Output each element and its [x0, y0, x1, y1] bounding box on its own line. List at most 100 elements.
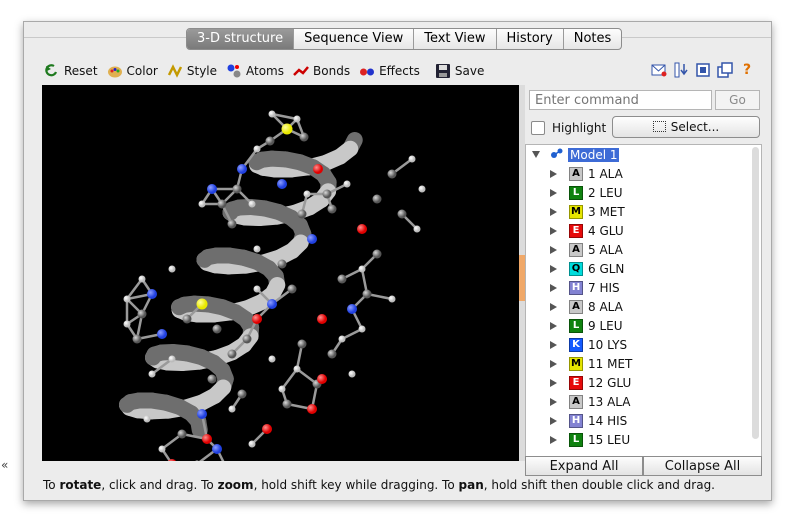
status-rotate: rotate: [59, 478, 102, 492]
tree-residue-row[interactable]: E 4 GLU: [526, 221, 761, 240]
sulfur-atom: [196, 298, 208, 310]
toolbar: Reset Color Style Atoms Bonds Effects Sa…: [44, 60, 493, 82]
residue-badge: E: [569, 375, 583, 390]
color-button[interactable]: Color: [107, 63, 158, 79]
palette-icon: [107, 63, 123, 79]
collapse-all-button[interactable]: Collapse All: [643, 456, 762, 476]
residue-badge: L: [569, 185, 583, 200]
collapsed-triangle-icon[interactable]: [550, 283, 557, 292]
tab-history[interactable]: History: [497, 29, 564, 49]
hydrogen-atom: [123, 295, 131, 303]
tree-residue-row[interactable]: M 3 MET: [526, 202, 761, 221]
tree-residue-row[interactable]: L 15 LEU: [526, 430, 761, 449]
collapsed-triangle-icon[interactable]: [550, 397, 557, 406]
residue-badge: H: [569, 413, 583, 428]
status-zoom: zoom: [217, 478, 254, 492]
hydrogen-atom: [148, 370, 156, 378]
tree-scrollbar[interactable]: [752, 147, 759, 439]
collapse-panel-icon[interactable]: «: [1, 458, 8, 472]
residue-label: 2 LEU: [588, 185, 623, 200]
command-input[interactable]: [529, 90, 712, 110]
collapsed-triangle-icon[interactable]: [550, 302, 557, 311]
tree-residue-row[interactable]: L 9 LEU: [526, 316, 761, 335]
tree-residue-row[interactable]: A 13 ALA: [526, 392, 761, 411]
carbon-atom: [212, 324, 222, 334]
atoms-button[interactable]: Atoms: [226, 63, 284, 79]
tab-notes[interactable]: Notes: [564, 29, 622, 49]
tree-residue-row[interactable]: H 14 HIS: [526, 411, 761, 430]
oxygen-atom: [252, 314, 262, 324]
collapsed-triangle-icon[interactable]: [550, 340, 557, 349]
carbon-atom: [282, 399, 292, 409]
expanded-triangle-icon[interactable]: [532, 151, 540, 158]
expand-all-button[interactable]: Expand All: [525, 456, 643, 476]
tree-residue-row[interactable]: L 2 LEU: [526, 183, 761, 202]
bonds-button[interactable]: Bonds: [293, 63, 350, 79]
oxygen-atom: [313, 164, 323, 174]
hydrogen-atom: [158, 445, 166, 453]
model-tree: Model 1 A 1 ALA L 2 LEU M 3 MET E 4 GLU A 5 ALA Q 6…: [525, 144, 762, 457]
collapsed-triangle-icon[interactable]: [550, 359, 557, 368]
nitrogen-atom: [197, 409, 207, 419]
tree-residue-row[interactable]: A 8 ALA: [526, 297, 761, 316]
hydrogen-atom: [413, 225, 421, 233]
hydrogen-atom: [248, 200, 256, 208]
tree-residue-row[interactable]: Q 6 GLN: [526, 259, 761, 278]
help-icon[interactable]: ?: [739, 62, 755, 78]
tab-3-d-structure[interactable]: 3-D structure: [187, 29, 295, 49]
collapsed-triangle-icon[interactable]: [550, 245, 557, 254]
save-button[interactable]: Save: [435, 63, 484, 79]
tab-sequence-view[interactable]: Sequence View: [294, 29, 415, 49]
style-button[interactable]: Style: [167, 63, 217, 79]
tree-residue-row[interactable]: M 11 MET: [526, 354, 761, 373]
collapsed-triangle-icon[interactable]: [550, 321, 557, 330]
carbon-atom: [217, 199, 227, 209]
select-button[interactable]: Select...: [612, 116, 760, 138]
nitrogen-atom: [147, 289, 157, 299]
collapsed-triangle-icon[interactable]: [550, 264, 557, 273]
download-icon[interactable]: [673, 62, 689, 78]
mail-icon[interactable]: [651, 62, 667, 78]
collapsed-triangle-icon[interactable]: [550, 226, 557, 235]
hydrogen-atom: [338, 335, 346, 343]
tab-text-view[interactable]: Text View: [414, 29, 497, 49]
tree-residue-row[interactable]: K 10 LYS: [526, 335, 761, 354]
oxygen-atom: [317, 374, 327, 384]
residue-badge: M: [569, 204, 583, 219]
tree-residue-row[interactable]: H 7 HIS: [526, 278, 761, 297]
residue-label: 10 LYS: [588, 337, 628, 352]
collapsed-triangle-icon[interactable]: [550, 416, 557, 425]
collapsed-triangle-icon[interactable]: [550, 435, 557, 444]
carbon-atom: [137, 309, 147, 319]
carbon-atom: [265, 136, 275, 146]
nitrogen-atom: [277, 179, 287, 189]
effects-button[interactable]: Effects: [359, 63, 420, 79]
residue-badge: A: [569, 394, 583, 409]
collapsed-triangle-icon[interactable]: [550, 188, 557, 197]
window-icon[interactable]: [695, 62, 711, 78]
reset-button[interactable]: Reset: [44, 63, 98, 79]
hydrogen-atom: [408, 155, 416, 163]
popout-icon[interactable]: [717, 62, 733, 78]
3d-viewer[interactable]: [42, 85, 519, 461]
status-text: , click and drag. To: [101, 478, 218, 492]
highlight-option[interactable]: Highlight: [531, 121, 606, 135]
nitrogen-atom: [307, 234, 317, 244]
residue-label: 1 ALA: [588, 166, 623, 181]
tree-residue-row[interactable]: E 12 GLU: [526, 373, 761, 392]
residue-label: 11 MET: [588, 356, 633, 371]
collapsed-triangle-icon[interactable]: [550, 207, 557, 216]
oxygen-atom: [262, 424, 272, 434]
tree-residue-row[interactable]: A 1 ALA: [526, 164, 761, 183]
tree-residue-row[interactable]: A 5 ALA: [526, 240, 761, 259]
molecule-canvas[interactable]: [42, 85, 519, 461]
model-label[interactable]: Model 1: [568, 147, 620, 162]
highlight-checkbox[interactable]: [531, 121, 545, 135]
go-button[interactable]: Go: [715, 90, 760, 110]
nitrogen-atom: [347, 304, 357, 314]
residue-badge: E: [569, 223, 583, 238]
tree-model-row[interactable]: Model 1: [526, 145, 761, 164]
reset-icon: [44, 63, 60, 79]
collapsed-triangle-icon[interactable]: [550, 378, 557, 387]
collapsed-triangle-icon[interactable]: [550, 169, 557, 178]
